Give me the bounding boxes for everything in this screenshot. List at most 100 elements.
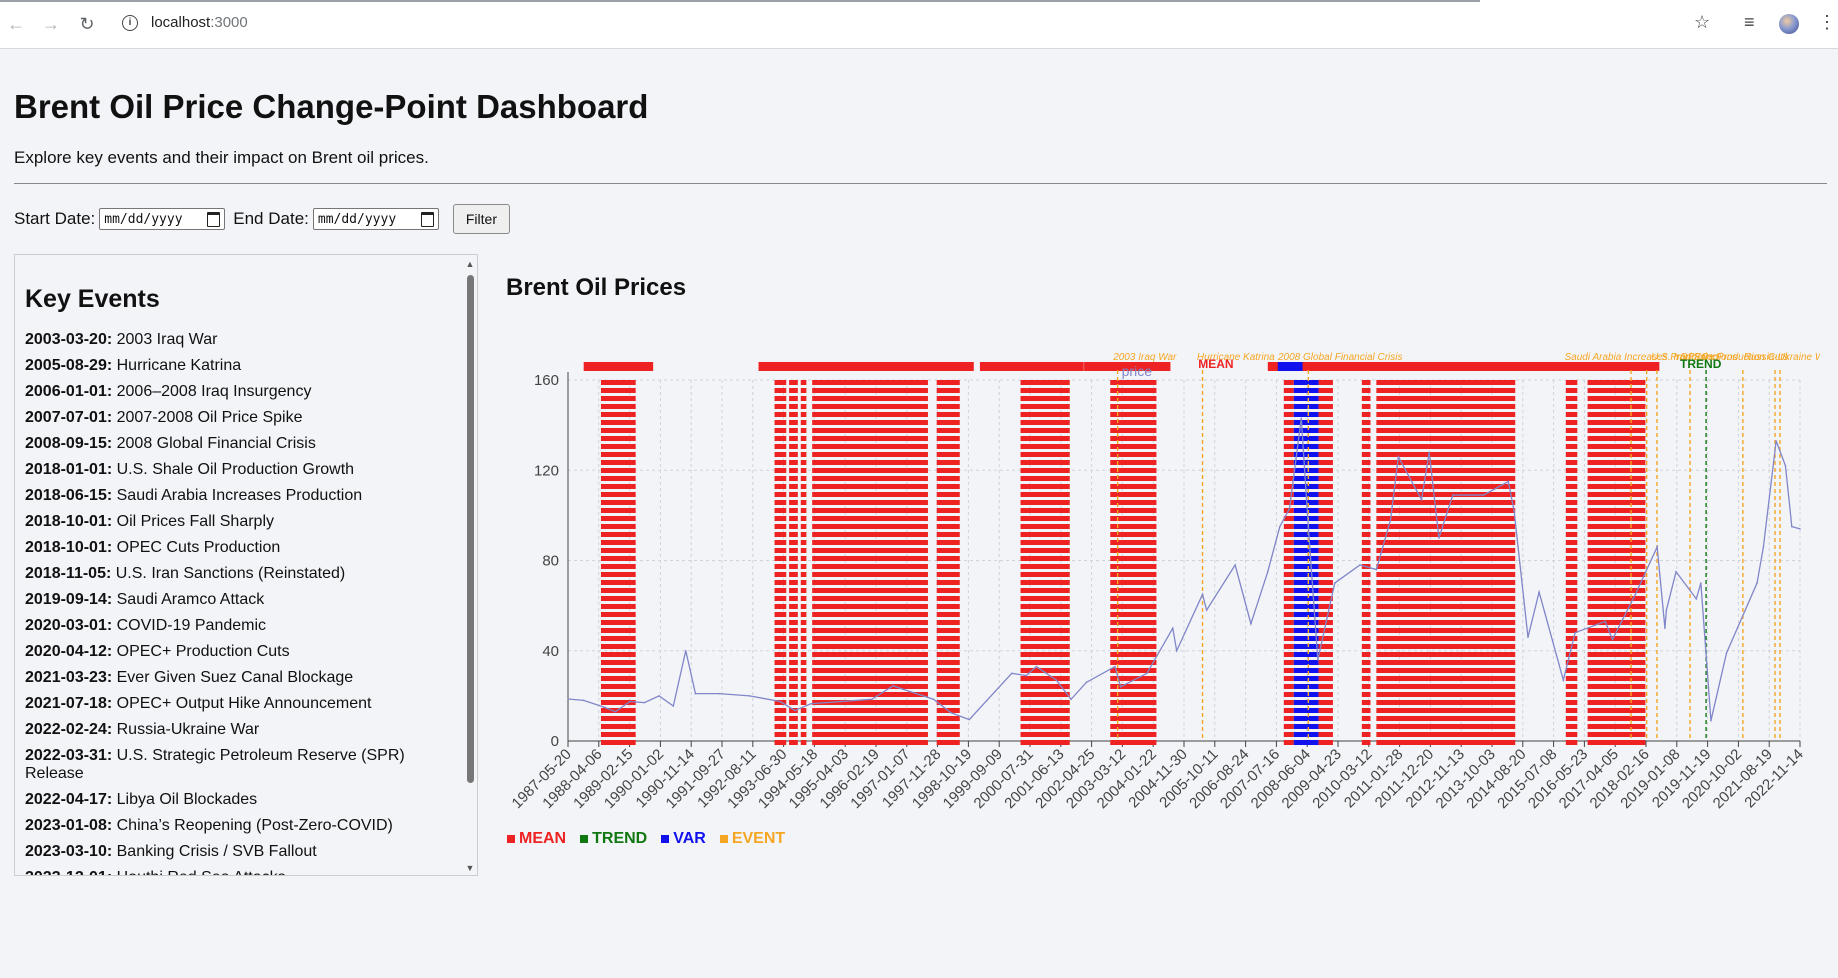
profile-avatar[interactable]	[1779, 14, 1799, 34]
price-point	[1756, 582, 1758, 584]
price-point	[1279, 525, 1281, 528]
band-stripe	[1293, 644, 1319, 649]
band-stripe	[1361, 652, 1371, 657]
band-stripe	[800, 468, 807, 473]
band-stripe	[1565, 580, 1578, 585]
reload-icon[interactable]: ↻	[75, 12, 99, 36]
band-stripe	[936, 572, 960, 577]
band-stripe	[800, 604, 807, 609]
price-point	[840, 700, 843, 703]
price-point	[614, 710, 617, 713]
scroll-up-icon[interactable]: ▲	[465, 259, 475, 269]
band-stripe	[789, 580, 798, 585]
back-icon[interactable]: ←	[4, 12, 28, 36]
band-stripe	[1318, 444, 1333, 449]
band-stripe	[1361, 580, 1371, 585]
band-stripe	[1565, 596, 1578, 601]
band-stripe	[800, 548, 807, 553]
band-stripe	[1587, 572, 1646, 577]
address-bar[interactable]: localhost:3000	[151, 14, 248, 31]
band-stripe	[1318, 580, 1333, 585]
band-stripe	[774, 724, 787, 729]
band-stripe	[936, 620, 960, 625]
band-stripe	[789, 660, 798, 665]
site-info-icon[interactable]: i	[122, 15, 138, 31]
forward-icon[interactable]: →	[39, 12, 63, 36]
band-stripe	[789, 700, 798, 705]
price-point	[748, 695, 751, 697]
y-tick-label: 80	[542, 553, 559, 570]
band-stripe	[1361, 508, 1371, 513]
band-stripe	[600, 572, 636, 577]
price-point	[1300, 417, 1303, 420]
event-item: 2021-07-18: OPEC+ Output Hike Announceme…	[25, 695, 445, 713]
band-stripe	[1376, 532, 1516, 537]
band-stripe	[800, 676, 807, 681]
band-stripe	[1376, 716, 1516, 721]
scroll-thumb[interactable]	[467, 275, 474, 783]
key-events-panel[interactable]: Key Events 2003-03-20: 2003 Iraq War 2005…	[14, 254, 478, 876]
band-stripe	[789, 612, 798, 617]
menu-icon[interactable]: ⋮	[1818, 12, 1836, 33]
calendar-icon[interactable]	[420, 211, 434, 227]
band-stripe	[1283, 548, 1294, 553]
band-stripe	[1318, 516, 1333, 521]
band-stripe	[1283, 644, 1294, 649]
band-stripe	[1361, 604, 1371, 609]
bookmark-star-icon[interactable]: ☆	[1694, 12, 1710, 33]
band-stripe	[1587, 708, 1646, 713]
band-stripe	[1361, 668, 1371, 673]
band-stripe	[812, 668, 928, 673]
start-date-input[interactable]: mm/dd/yyyy	[99, 208, 226, 230]
legend-swatch	[507, 835, 515, 843]
band-stripe	[1361, 596, 1371, 601]
band-stripe	[789, 404, 798, 409]
event-top-label: 2008 Global Financial Crisis	[1277, 352, 1403, 363]
band-stripe	[1361, 620, 1371, 625]
band-stripe	[1293, 716, 1319, 721]
filter-button[interactable]: Filter	[452, 204, 510, 234]
band-stripe	[1318, 572, 1333, 577]
price-point	[1513, 510, 1515, 512]
price-point	[1333, 582, 1336, 584]
band-stripe	[1020, 708, 1070, 713]
event-list: 2003-03-20: 2003 Iraq War 2005-08-29: Hur…	[25, 331, 445, 875]
page-subtitle: Explore key events and their impact on B…	[14, 148, 429, 167]
band-stripe	[789, 556, 798, 561]
band-stripe	[600, 620, 636, 625]
band-stripe	[1565, 572, 1578, 577]
price-point	[1234, 564, 1236, 566]
band-stripe	[936, 580, 960, 585]
price-point	[810, 702, 812, 705]
calendar-icon[interactable]	[207, 211, 221, 227]
event-date: 2018-10-01:	[25, 513, 113, 530]
legend-swatch	[719, 835, 728, 843]
scroll-down-icon[interactable]: ▼	[465, 863, 475, 873]
band-stripe	[600, 564, 636, 569]
band-stripe	[1020, 468, 1070, 473]
event-date: 2023-12-01:	[25, 869, 112, 875]
band-stripe	[1318, 700, 1333, 705]
band-stripe	[1020, 596, 1070, 601]
legend-swatch	[580, 835, 589, 843]
band-stripe	[936, 556, 960, 561]
band-stripe	[1283, 740, 1294, 745]
band-top-label: TREND	[1680, 357, 1722, 371]
band-stripe	[800, 492, 807, 497]
band-stripe	[1376, 436, 1516, 441]
band-stripe	[789, 388, 798, 393]
band-stripe	[1293, 596, 1319, 601]
band-stripe	[1020, 724, 1070, 729]
band-stripe	[600, 452, 636, 457]
band-stripe	[1318, 668, 1333, 673]
scrollbar[interactable]: ▲ ▼	[463, 255, 477, 875]
band-stripe	[1293, 700, 1319, 705]
band-stripe	[1283, 500, 1294, 505]
band-stripe	[1293, 692, 1319, 697]
end-date-input[interactable]: mm/dd/yyyy	[312, 208, 439, 230]
band-stripe	[1565, 404, 1578, 409]
media-control-icon[interactable]: ≡	[1744, 12, 1755, 33]
segment-top-bar	[1360, 362, 1530, 371]
band-stripe	[774, 676, 787, 681]
band-stripe	[812, 628, 928, 633]
